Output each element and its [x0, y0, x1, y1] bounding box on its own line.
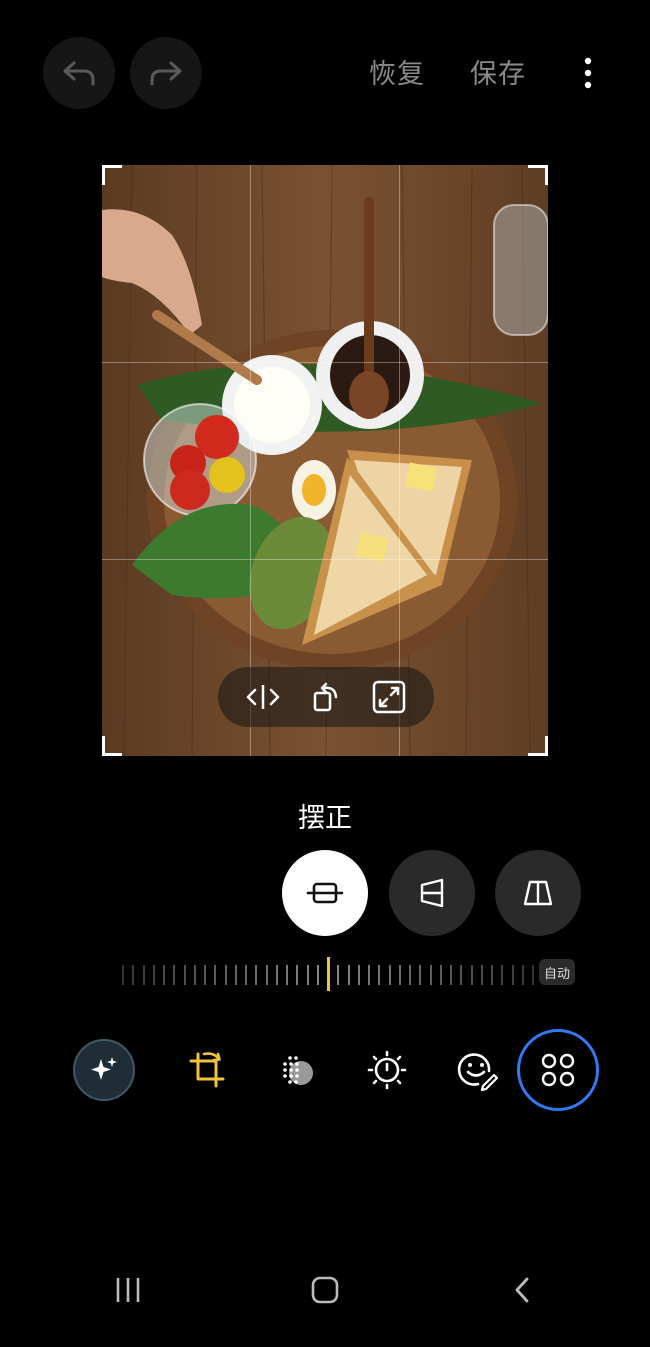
redo-button[interactable]: [130, 37, 202, 109]
adjust-light-icon: [367, 1050, 407, 1090]
ruler-tick: [214, 965, 216, 985]
ruler-tick: [245, 965, 247, 985]
straighten-mode-button[interactable]: [282, 850, 368, 936]
adjust-light-tool-button[interactable]: [355, 1038, 419, 1102]
ruler-tick: [491, 965, 493, 985]
ruler-tick: [122, 965, 124, 985]
ruler-tick: [132, 965, 134, 985]
filters-tool-button[interactable]: [265, 1038, 329, 1102]
ruler-indicator: [327, 957, 330, 991]
back-icon: [515, 1277, 529, 1303]
ruler-tick: [378, 965, 380, 985]
ruler-tick: [194, 965, 196, 985]
auto-button[interactable]: 自动: [539, 959, 575, 985]
straighten-angle-slider[interactable]: [122, 957, 534, 991]
grid-line: [102, 362, 548, 363]
ruler-tick: [307, 965, 309, 985]
more-tools-button[interactable]: [517, 1029, 599, 1111]
crop-handle-top-left[interactable]: [102, 165, 122, 185]
ruler-tick: [430, 965, 432, 985]
ruler-tick: [337, 965, 339, 985]
straighten-label: 摆正: [298, 803, 352, 834]
free-crop-button[interactable]: [369, 677, 409, 717]
auto-enhance-button[interactable]: [72, 1038, 136, 1102]
photo-edit-toolbar: [218, 667, 434, 727]
ruler-tick: [286, 965, 288, 985]
crop-handle-top-right[interactable]: [528, 165, 548, 185]
straighten-icon: [306, 882, 344, 904]
ruler-tick: [276, 965, 278, 985]
ruler-tick: [409, 965, 411, 985]
ruler-tick: [471, 965, 473, 985]
ruler-tick: [389, 965, 391, 985]
undo-arrow-icon: [63, 61, 95, 86]
ruler-tick: [399, 965, 401, 985]
horizontal-perspective-button[interactable]: [495, 850, 581, 936]
auto-enhance-icon: [91, 1057, 117, 1080]
undo-button[interactable]: [43, 37, 115, 109]
ruler-tick: [460, 965, 462, 985]
recents-button[interactable]: [103, 1265, 153, 1315]
ruler-tick: [204, 965, 206, 985]
ruler-tick: [143, 965, 145, 985]
back-button[interactable]: [497, 1265, 547, 1315]
ruler-tick: [348, 965, 350, 985]
ruler-tick: [163, 965, 165, 985]
ruler-tick: [266, 965, 268, 985]
ruler-tick: [225, 965, 227, 985]
ruler-tick: [235, 965, 237, 985]
flip-horizontal-icon: [247, 685, 280, 709]
rotate-button[interactable]: [306, 677, 346, 717]
crop-rotate-tool-button[interactable]: [175, 1038, 239, 1102]
horizontal-perspective-icon: [523, 880, 553, 906]
rotate-icon: [313, 682, 338, 712]
ruler-tick: [153, 965, 155, 985]
sticker-emoji-icon: [457, 1053, 498, 1091]
home-button[interactable]: [300, 1265, 350, 1315]
grid-line: [102, 559, 548, 560]
ruler-tick: [368, 965, 370, 985]
crop-handle-bottom-right[interactable]: [528, 736, 548, 756]
sticker-tool-button[interactable]: [445, 1038, 509, 1102]
ruler-tick: [522, 965, 524, 985]
ruler-tick: [358, 965, 360, 985]
ruler-tick: [255, 965, 257, 985]
ruler-tick: [296, 965, 298, 985]
crop-handle-bottom-left[interactable]: [102, 736, 122, 756]
more-options-button[interactable]: [572, 55, 604, 91]
flip-button[interactable]: [243, 677, 283, 717]
home-icon: [311, 1276, 339, 1304]
redo-arrow-icon: [150, 61, 182, 86]
ruler-tick: [481, 965, 483, 985]
ruler-tick: [173, 965, 175, 985]
ruler-tick: [317, 965, 319, 985]
more-tools-icon: [541, 1053, 575, 1087]
ruler-tick: [532, 965, 534, 985]
vertical-perspective-button[interactable]: [389, 850, 475, 936]
filters-icon: [283, 1056, 313, 1085]
vertical-perspective-icon: [420, 878, 444, 908]
revert-button[interactable]: 恢复: [369, 52, 425, 91]
ruler-tick: [501, 965, 503, 985]
recents-icon: [116, 1278, 140, 1302]
expand-icon: [372, 680, 405, 714]
ruler-tick: [184, 965, 186, 985]
ruler-tick: [512, 965, 514, 985]
ruler-tick: [450, 965, 452, 985]
crop-rotate-icon: [189, 1052, 225, 1088]
more-vertical-icon: [584, 57, 592, 89]
ruler-tick: [440, 965, 442, 985]
ruler-tick: [419, 965, 421, 985]
save-button[interactable]: 保存: [470, 52, 526, 91]
